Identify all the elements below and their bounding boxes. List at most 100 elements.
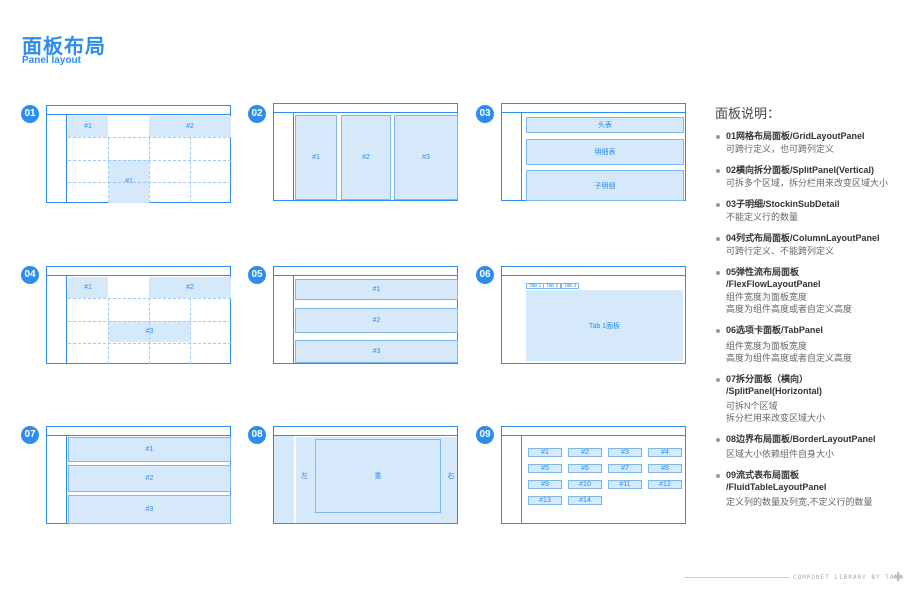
column-cell-1: #1 [68, 277, 108, 298]
grid-cell-2: #2 [149, 116, 231, 137]
legend-item-heading: 07拆分面板（横向） [726, 374, 809, 384]
bullet-icon [716, 203, 720, 207]
hsplit-cell-3: #3 [68, 495, 231, 524]
grid-dash [108, 137, 109, 203]
legend-item-heading: 01网格布局面板/GridLayoutPanel [726, 131, 865, 141]
panel-sidebar [502, 436, 522, 523]
bullet-icon [716, 474, 720, 478]
grid-dash [149, 298, 150, 364]
badge-06: 06 [476, 266, 494, 284]
fluid-cell: #7 [608, 464, 642, 473]
panel-topbar [274, 427, 457, 436]
split-cell-1: #1 [295, 115, 337, 200]
split-cell-3: #3 [394, 115, 458, 200]
border-left: 左 [301, 473, 308, 480]
panel-sidebar [274, 436, 294, 523]
badge-01: 01 [21, 105, 39, 123]
flex-cell-2: #2 [295, 308, 458, 333]
grid-dash [149, 137, 150, 203]
legend-item-desc-2: 高度为组件高度或者自定义高度 [726, 353, 853, 363]
fluid-cell: #9 [528, 480, 562, 489]
hsplit-cell-2: #2 [68, 465, 231, 492]
legend-item-heading: 09流式表布局面板 [726, 470, 800, 480]
fluid-cell: #14 [568, 496, 602, 505]
fluid-cell: #13 [528, 496, 562, 505]
legend-item-desc: 定义列的数量及列宽,不定义行的数量 [726, 497, 873, 507]
grid-cell-1: #1 [68, 116, 108, 137]
bullet-icon [716, 329, 720, 333]
legend-item-heading-2: /FluidTableLayoutPanel [726, 482, 827, 492]
panel-fluid-table-layout: #1 #2 #3 #4 #5 #6 #7 #8 #9 #10 #11 #12 #… [501, 426, 686, 524]
legend-item: 02横向拆分面板/SplitPanel(Vertical) 可拆多个区域，拆分栏… [716, 164, 916, 189]
tab-1[interactable]: Tab 1 [526, 283, 545, 289]
panel-sidebar [47, 436, 67, 523]
panel-topbar [502, 104, 685, 113]
grid-dash [108, 298, 109, 364]
legend-item: 01网格布局面板/GridLayoutPanel 可跨行定义，也可跨列定义 [716, 130, 916, 155]
legend-item: 05弹性流布局面板 /FlexFlowLayoutPanel 组件宽度为面板宽度… [716, 266, 916, 315]
panel-flexflow-layout: #1 #2 #3 [273, 266, 458, 364]
bullet-icon [716, 169, 720, 173]
badge-05: 05 [248, 266, 266, 284]
legend-item: 08边界布局面板/BorderLayoutPanel 区域大小依赖组件自身大小 [716, 433, 916, 460]
legend-item-desc: 组件宽度为面板宽度 [726, 341, 808, 351]
bullet-icon [716, 378, 720, 382]
legend-item-desc: 区域大小依赖组件自身大小 [726, 449, 835, 459]
badge-07: 07 [21, 426, 39, 444]
fluid-cell: #11 [608, 480, 642, 489]
panel-border-layout: 左 重 右 [273, 426, 458, 524]
flex-cell-3: #3 [295, 340, 458, 363]
panel-topbar [47, 267, 230, 276]
legend-item-desc: 可跨行定义、不能跨列定义 [726, 246, 835, 256]
fluid-cell: #12 [648, 480, 682, 489]
legend-item-heading: 03子明细/StockinSubDetail [726, 199, 840, 209]
panel-topbar [47, 427, 230, 436]
bullet-icon [716, 438, 720, 442]
legend-item-desc-2: 高度为组件高度或者自定义高度 [726, 304, 853, 314]
split-cell-2: #2 [341, 115, 391, 200]
panel-column-layout: #1 #2 #3 [46, 266, 231, 364]
panel-split-horizontal: #1 #2 #3 [46, 426, 231, 524]
legend-item-desc: 可跨行定义，也可跨列定义 [726, 144, 835, 154]
legend-item-desc-2: 拆分栏用来改变区域大小 [726, 413, 826, 423]
tab-3[interactable]: Tab 3 [561, 283, 580, 289]
bullet-icon [716, 135, 720, 139]
tab-content: Tab 1面板 [526, 290, 683, 361]
hsplit-cell-1: #1 [68, 437, 231, 462]
bullet-icon [716, 237, 720, 241]
column-cell-2: #2 [149, 277, 231, 298]
panel-sidebar [47, 115, 67, 202]
panel-sidebar [274, 276, 294, 363]
fluid-cell: #4 [648, 448, 682, 457]
panel-topbar [47, 106, 230, 115]
badge-03: 03 [476, 105, 494, 123]
border-center: 重 [315, 439, 441, 513]
legend-item-heading: 08边界布局面板/BorderLayoutPanel [726, 434, 876, 444]
bullet-icon [716, 271, 720, 275]
fluid-cell: #8 [648, 464, 682, 473]
legend-item-desc: 可拆多个区域，拆分栏用来改变区域大小 [726, 178, 889, 188]
fluid-cell: #6 [568, 464, 602, 473]
fluid-cell: #10 [568, 480, 602, 489]
legend-item: 03子明细/StockinSubDetail 不能定义行的数量 [716, 198, 916, 223]
panel-stockin-subdetail: 头表 明细表 子明细 [501, 103, 686, 201]
panel-sidebar [502, 113, 522, 200]
panel-topbar [502, 267, 685, 276]
tab-2[interactable]: Tab 2 [543, 283, 562, 289]
plus-icon: ✚ [893, 570, 904, 584]
panel-grid-layout: #1 #2 #1 [46, 105, 231, 203]
badge-04: 04 [21, 266, 39, 284]
legend-item-heading: 02横向拆分面板/SplitPanel(Vertical) [726, 165, 875, 175]
legend-item: 09流式表布局面板 /FluidTableLayoutPanel 定义列的数量及… [716, 469, 916, 508]
badge-02: 02 [248, 105, 266, 123]
panel-topbar [502, 427, 685, 436]
subdetail-header: 头表 [526, 117, 684, 133]
fluid-cell: #3 [608, 448, 642, 457]
legend-item-heading-2: /SplitPanel(Horizontal) [726, 386, 823, 396]
footer-credit: COMPONET LIBRARY BY TANG [790, 574, 907, 581]
panel-split-vertical: #1 #2 #3 [273, 103, 458, 201]
panel-topbar [274, 267, 457, 276]
legend-item: 06选项卡面板/TabPanel 组件宽度为面板宽度 高度为组件高度或者自定义高… [716, 324, 916, 364]
legend-item-heading: 04列式布局面板/ColumnLayoutPanel [726, 233, 880, 243]
grid-dash [190, 298, 191, 364]
